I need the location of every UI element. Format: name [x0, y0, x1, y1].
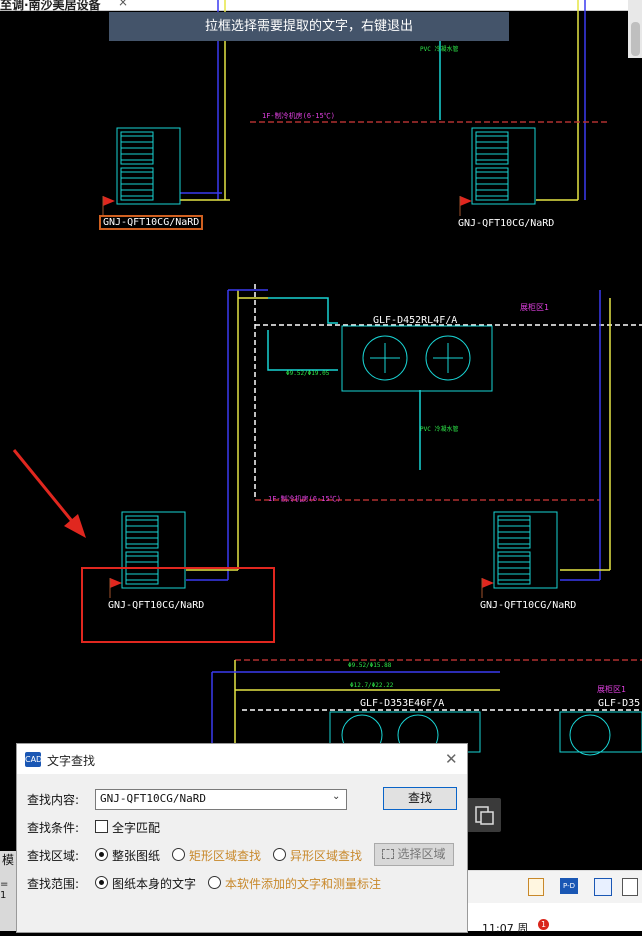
area-whole-drawing-label[interactable]: 整张图纸: [112, 847, 160, 864]
tray-row: [466, 870, 642, 903]
red-flags: [102, 196, 494, 598]
scope-drawing-text-label[interactable]: 图纸本身的文字: [112, 875, 196, 892]
chevron-down-icon[interactable]: ⌄: [332, 791, 340, 802]
model-tab[interactable]: 模: [2, 851, 14, 868]
pipe-label: Φ9.52/Φ19.05: [286, 370, 330, 377]
notification-badge[interactable]: 1: [538, 919, 549, 930]
taskbar: P-D 11:07 周 1: [437, 870, 642, 935]
ac-unit-mid-right: [493, 511, 558, 589]
hint-banner: 拉框选择需要提取的文字，右键退出: [109, 12, 509, 41]
red-arrow-annotation: [12, 449, 86, 538]
area-rect-label[interactable]: 矩形区域查找: [189, 847, 261, 864]
panel-icon[interactable]: [622, 878, 638, 896]
select-area-button[interactable]: 选择区域: [374, 843, 454, 866]
status-bar: 模 = 1: [0, 851, 16, 931]
unit-label-highlighted: GNJ-QFT10CG/NaRD: [99, 215, 204, 230]
condition-label: 查找条件:: [27, 821, 80, 835]
paste-button[interactable]: [467, 798, 501, 832]
scope-label: 查找范围:: [27, 877, 80, 891]
search-result-highlight: [81, 567, 275, 643]
close-icon[interactable]: ✕: [445, 750, 458, 768]
unit-label: GNJ-QFT10CG/NaRD: [458, 218, 555, 229]
cooler-label: GLF-D353E46F/A: [360, 698, 445, 709]
pipe-label: Φ12.7/Φ22.22: [350, 682, 394, 689]
window-icon[interactable]: [594, 878, 612, 896]
coord-readout: = 1: [0, 879, 9, 901]
cooler-label: GLF-D35: [598, 698, 641, 709]
clipboard-icon: [475, 806, 494, 825]
app-icon[interactable]: P-D: [560, 878, 578, 894]
dialog-title: 文字查找: [47, 754, 96, 768]
zone-label: 展柜区1: [520, 303, 549, 312]
clock[interactable]: 11:07 周: [482, 920, 528, 936]
dialog-titlebar[interactable]: CAD 文字查找 ✕: [17, 744, 467, 774]
ac-unit-top-left: [116, 127, 181, 205]
select-area-label: 选择区域: [397, 847, 446, 861]
cad-app-icon: CAD: [25, 752, 42, 767]
evaporator-cooler-upper: [341, 325, 493, 392]
find-text-dialog: CAD 文字查找 ✕ 查找内容: GNJ-QFT10CG/NaRD ⌄ 查找 查…: [16, 743, 468, 933]
find-content-label: 查找内容:: [27, 793, 80, 807]
select-region-icon: [382, 849, 395, 859]
scope-added-text-label[interactable]: 本软件添加的文字和测量标注: [225, 875, 381, 892]
area-whole-drawing-radio[interactable]: [95, 848, 108, 861]
zone-label: 展柜区1: [597, 685, 626, 694]
whole-word-checkbox[interactable]: [95, 820, 108, 833]
room-label: 1F-制冷机房(6-15℃): [262, 112, 335, 120]
cooler-label: GLF-D452RL4F/A: [373, 315, 458, 326]
pipe-label: PVC 冷凝水管: [420, 46, 459, 53]
middle-pipes: [186, 284, 642, 581]
whole-word-label[interactable]: 全字匹配: [112, 819, 160, 836]
area-irregular-label[interactable]: 异形区域查找: [290, 847, 362, 864]
find-content-value: GNJ-QFT10CG/NaRD: [100, 792, 206, 805]
scope-added-text-radio[interactable]: [208, 876, 221, 889]
scope-drawing-text-radio[interactable]: [95, 876, 108, 889]
room-label: 1F-制冷机房(6-15℃): [268, 495, 341, 503]
pipe-label: PVC 冷凝水管: [420, 426, 459, 433]
ac-unit-top-right: [471, 127, 536, 205]
find-content-combobox[interactable]: GNJ-QFT10CG/NaRD ⌄: [95, 789, 347, 810]
pipe-label: Φ9.52/Φ15.88: [348, 662, 392, 669]
area-label: 查找区域:: [27, 849, 80, 863]
document-icon[interactable]: [528, 878, 544, 896]
area-irregular-radio[interactable]: [273, 848, 286, 861]
area-rect-radio[interactable]: [172, 848, 185, 861]
unit-label: GNJ-QFT10CG/NaRD: [480, 600, 577, 611]
find-button[interactable]: 查找: [383, 787, 457, 810]
